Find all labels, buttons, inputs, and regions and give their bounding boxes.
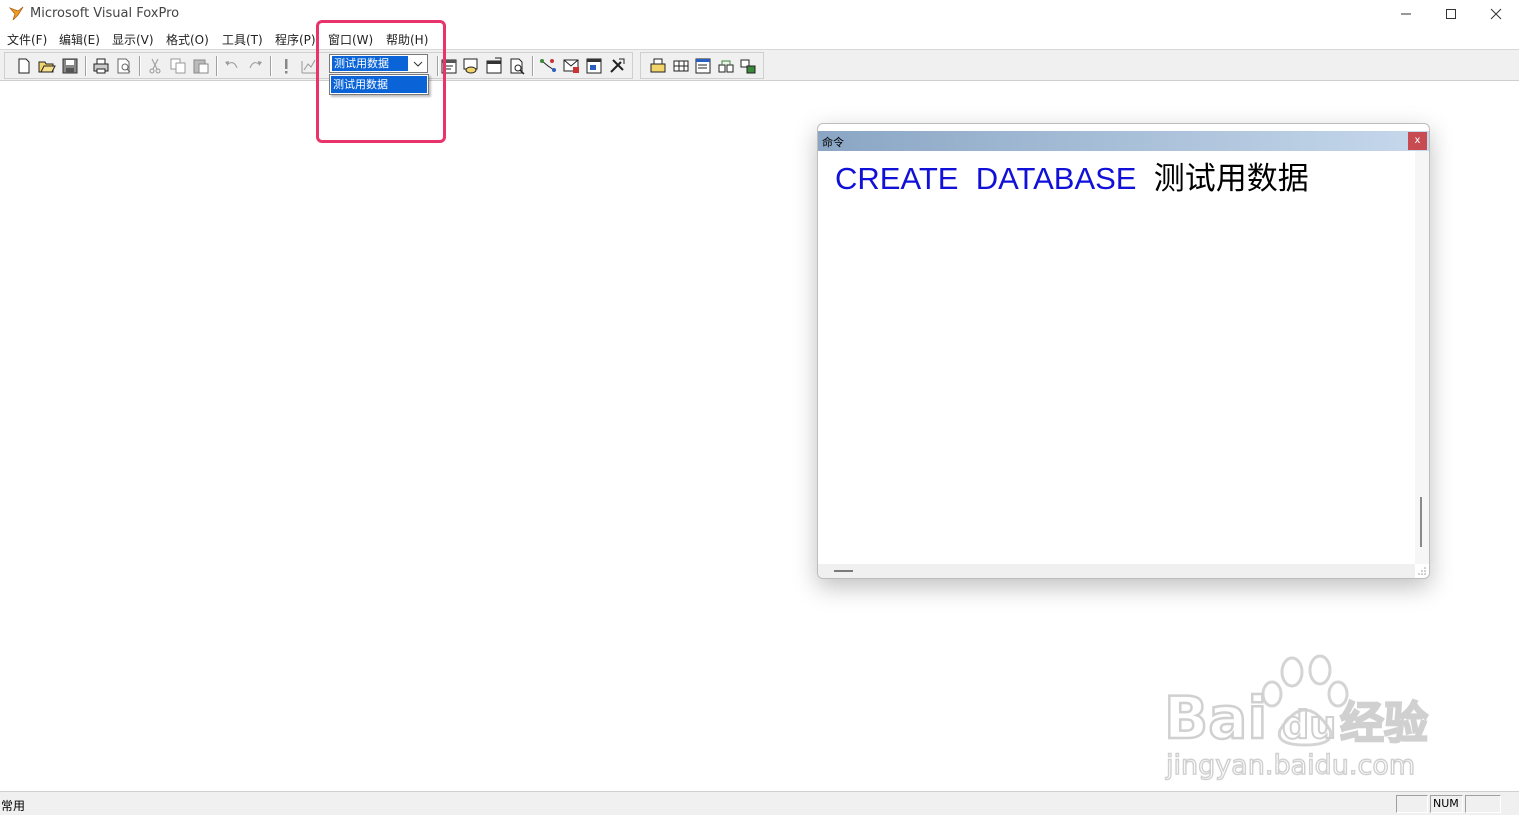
undo-button[interactable] [222,56,242,76]
open-button[interactable] [37,56,57,76]
properties-icon [486,57,502,74]
command-window-close-button[interactable]: x [1408,132,1427,150]
toolbar-separator [532,56,534,76]
table-designer-button[interactable] [561,56,581,76]
toolbar-separator [270,56,272,76]
toolbar-separator [139,56,141,76]
command-window-title: 命令 [822,136,844,149]
status-panel-ins [1465,795,1501,813]
form-icon [695,58,711,74]
view-icon [740,59,756,74]
menu-tools[interactable]: 工具(T) [222,31,263,48]
vertical-scroll-thumb[interactable] [1420,497,1422,547]
window-title: Microsoft Visual FoxPro [30,6,180,21]
maximize-button[interactable] [1428,0,1474,28]
minimize-icon [1401,13,1411,15]
table-designer-icon [563,59,579,73]
paste-icon [193,59,209,74]
svg-text:经验: 经验 [1340,698,1428,749]
command-editor[interactable]: CREATE DATABASE 测试用数据 [818,151,1415,564]
open-icon [38,61,56,73]
toolbar-separator [85,56,87,76]
svg-text:jingyan.baidu.com: jingyan.baidu.com [1165,750,1415,781]
grid-button[interactable] [671,56,691,76]
cut-icon [149,58,161,74]
menu-edit[interactable]: 编辑(E) [59,31,100,48]
foxpro-logo-icon [8,6,24,21]
save-button[interactable] [60,56,80,76]
run-icon [285,59,288,74]
menu-file[interactable]: 文件(F) [7,31,47,48]
report-icon [650,58,666,73]
menu-bar: 文件(F) 编辑(E) 显示(V) 格式(O) 工具(T) 程序(P) 窗口(W… [0,28,1519,49]
toolbar-separator [216,56,218,76]
resize-grip-icon[interactable] [1417,566,1427,576]
svg-text:Bai: Bai [1164,684,1267,752]
menu-program[interactable]: 程序(P) [275,31,316,48]
svg-text:du: du [1282,703,1336,747]
designer-toolbar [640,52,764,79]
code-button[interactable] [507,56,527,76]
paste-button[interactable] [191,56,211,76]
view-button[interactable] [738,56,758,76]
toolbar-area [0,49,1519,81]
command-argument: 测试用数据 [1153,161,1309,196]
redo-icon [249,61,262,69]
data-session-button[interactable] [461,56,481,76]
form-control-icon [540,59,556,72]
copy-button[interactable] [168,56,188,76]
redo-button[interactable] [245,56,265,76]
command-window-titlebar[interactable]: 命令 x [818,131,1429,151]
new-icon [18,58,30,74]
code-icon [510,58,525,75]
data-session-icon [463,58,478,74]
title-bar: Microsoft Visual FoxPro [0,0,1519,28]
query-button[interactable] [716,56,736,76]
builder-icon [610,58,625,73]
status-panel-num: NUM [1430,795,1463,813]
status-text: 常用 [1,799,26,813]
minimize-button[interactable] [1383,0,1429,28]
horizontal-scrollbar[interactable] [818,564,1415,578]
maximize-icon [1446,9,1456,19]
run-button[interactable] [276,56,296,76]
status-bar: 常用 NUM [0,791,1519,815]
status-panel-caps [1396,795,1428,813]
query-icon [718,60,734,73]
form-control-button[interactable] [538,56,558,76]
vertical-scrollbar[interactable] [1415,151,1429,564]
builder-button[interactable] [607,56,627,76]
close-button[interactable] [1473,0,1519,28]
cut-button[interactable] [145,56,165,76]
copy-icon [170,58,186,74]
close-icon [1490,8,1502,20]
print-preview-button[interactable] [114,56,134,76]
menu-view[interactable]: 显示(V) [112,31,154,48]
print-button[interactable] [91,56,111,76]
baidu-jingyan-watermark: Bai du 经验 jingyan.baidu.com [1163,654,1429,782]
form-wizard-icon [586,58,602,74]
command-line: CREATE DATABASE 测试用数据 [835,153,1309,198]
properties-button[interactable] [484,56,504,76]
form-button[interactable] [693,56,713,76]
print-icon [93,58,109,74]
horizontal-scroll-thumb[interactable] [834,570,853,572]
foxpro-app: Microsoft Visual FoxPro 文件(F) 编辑(E) 显示(V… [0,0,1519,815]
command-keyword: CREATE [835,161,959,196]
print-preview-icon [117,58,131,74]
report-button[interactable] [648,56,668,76]
menu-format[interactable]: 格式(O) [166,31,209,48]
new-button[interactable] [14,56,34,76]
form-wizard-button[interactable] [584,56,604,76]
save-icon [62,58,78,74]
command-keyword: DATABASE [975,161,1137,196]
highlight-annotation [316,20,446,143]
grid-icon [673,60,689,72]
command-window: 命令 x CREATE DATABASE 测试用数据 [817,123,1430,579]
undo-icon [225,61,238,69]
